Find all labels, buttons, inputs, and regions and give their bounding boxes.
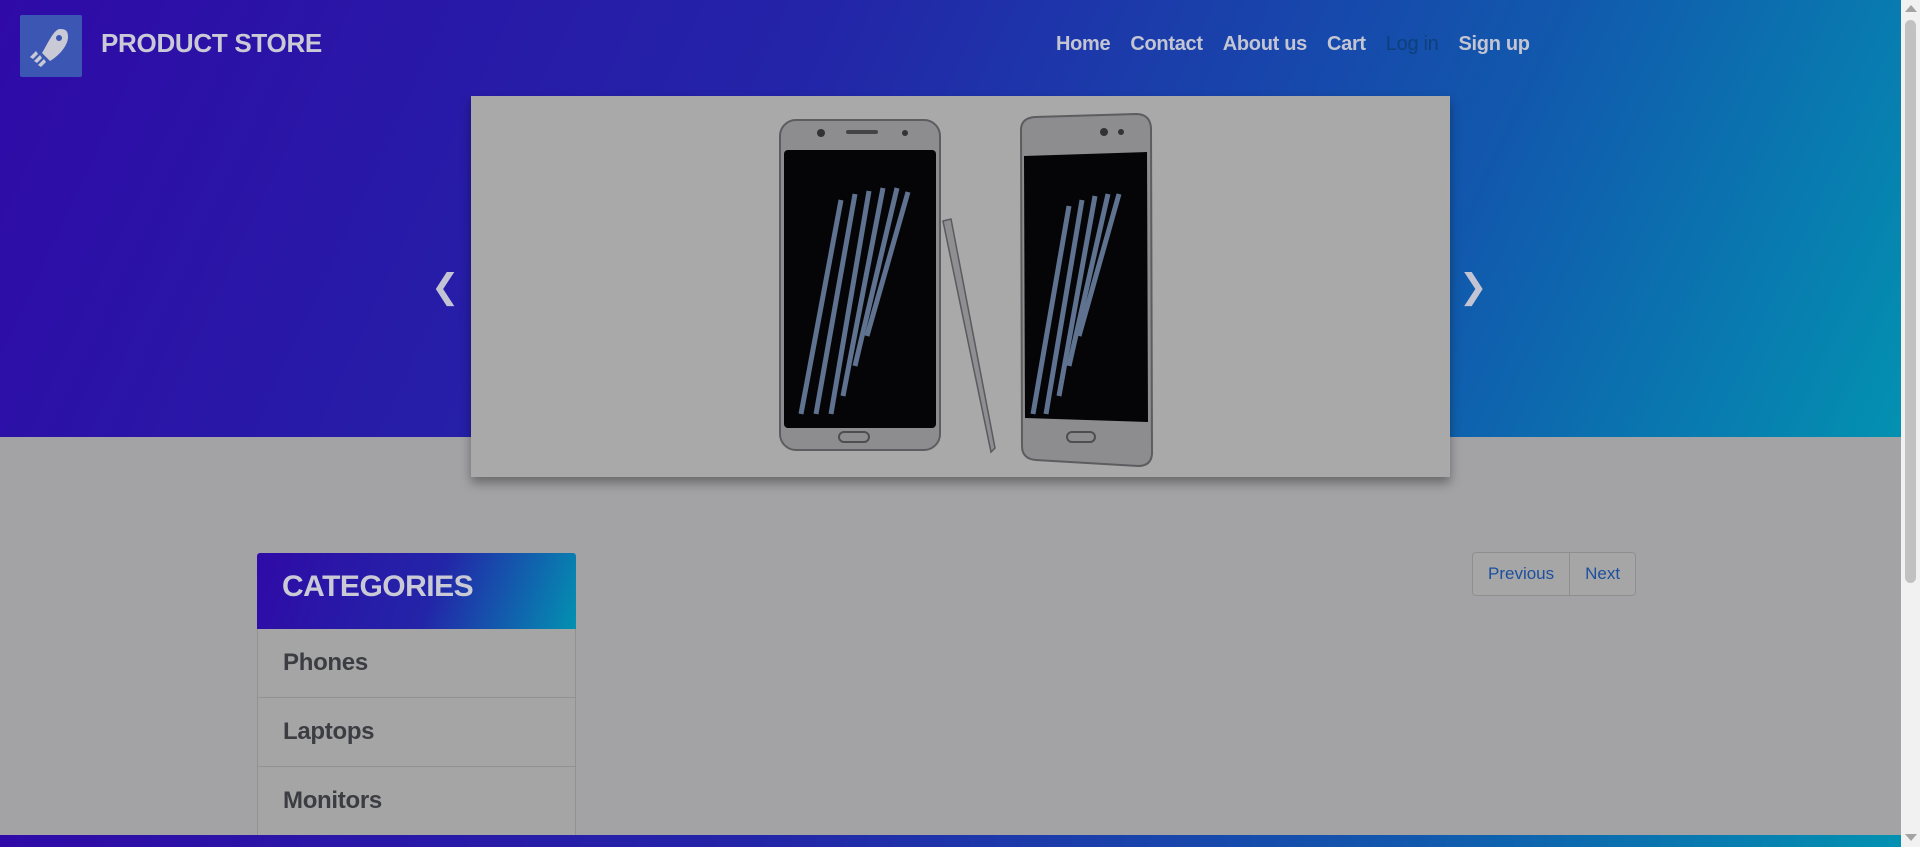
scroll-down-icon[interactable] [1905, 834, 1917, 841]
categories-title: CATEGORIES [282, 570, 474, 603]
categories-header[interactable]: CATEGORIES [257, 553, 576, 629]
logo[interactable] [20, 15, 82, 77]
category-phones[interactable]: Phones [257, 629, 576, 698]
nav-cart[interactable]: Cart [1327, 33, 1366, 56]
category-label: Phones [283, 649, 368, 676]
previous-page-button[interactable]: Previous [1473, 553, 1570, 595]
scroll-thumb[interactable] [1905, 20, 1916, 583]
next-page-button[interactable]: Next [1569, 553, 1636, 595]
category-label: Laptops [283, 718, 375, 745]
pagination: Previous Next [1472, 552, 1637, 596]
nav-signup[interactable]: Sign up [1459, 33, 1531, 56]
carousel-next-icon[interactable]: ❯ [1459, 270, 1488, 304]
rocket-icon [30, 29, 68, 67]
carousel-slide-image [779, 112, 1154, 468]
product-carousel[interactable] [471, 96, 1450, 477]
phone-image-angled [1019, 112, 1154, 468]
nav-home[interactable]: Home [1056, 33, 1111, 56]
stylus-image [942, 218, 996, 454]
category-laptops[interactable]: Laptops [257, 698, 576, 767]
phone-image-front [779, 119, 941, 451]
main-nav: Home Contact About us Cart Log in Sign u… [1056, 33, 1550, 56]
nav-contact[interactable]: Contact [1130, 33, 1203, 56]
carousel-prev-icon[interactable]: ❮ [431, 270, 460, 304]
category-label: Monitors [283, 787, 382, 814]
category-monitors[interactable]: Monitors [257, 767, 576, 836]
categories-panel: CATEGORIES Phones Laptops Monitors [257, 553, 576, 836]
brand-title[interactable]: PRODUCT STORE [101, 28, 322, 59]
nav-about[interactable]: About us [1223, 33, 1308, 56]
vertical-scrollbar[interactable] [1901, 0, 1920, 847]
scroll-up-icon[interactable] [1905, 5, 1917, 12]
nav-login[interactable]: Log in [1386, 33, 1439, 56]
footer-band [0, 835, 1901, 847]
